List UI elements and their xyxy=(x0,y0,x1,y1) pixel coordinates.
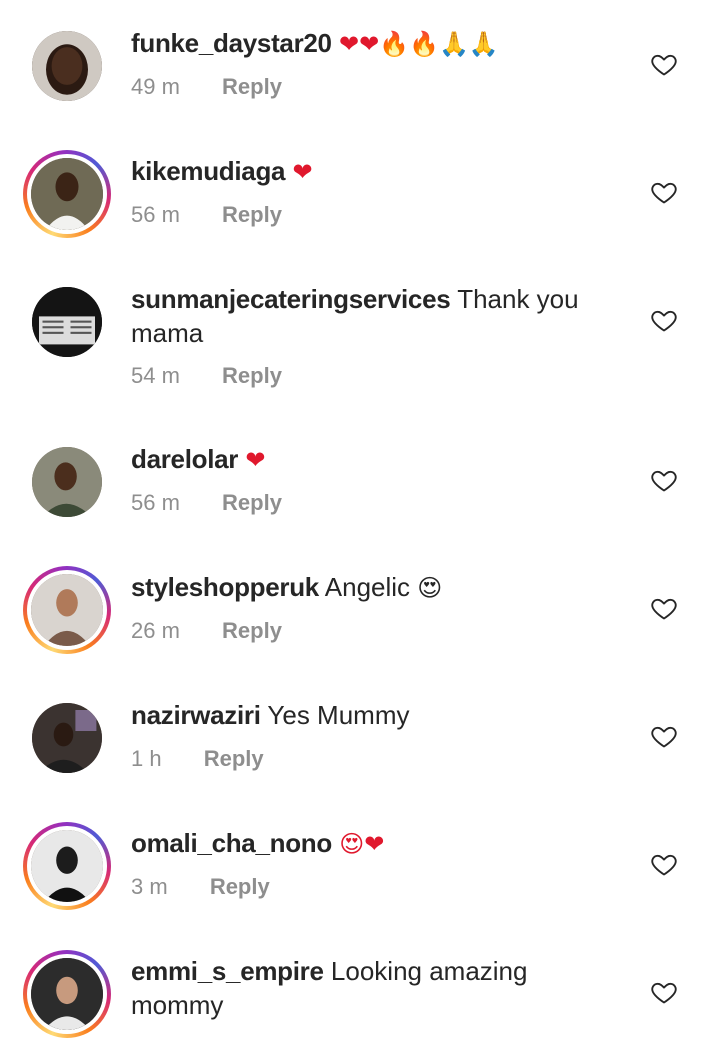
heart-icon[interactable] xyxy=(650,722,678,750)
comment-time: 26 m xyxy=(131,618,180,643)
reply-button[interactable]: Reply xyxy=(222,363,282,388)
reply-button[interactable]: Reply xyxy=(204,746,264,771)
heart-icon[interactable] xyxy=(650,50,678,78)
avatar-image xyxy=(31,958,103,1030)
heart-icon[interactable] xyxy=(650,978,678,1006)
comment-text: Yes Mummy xyxy=(267,700,410,730)
comment-username[interactable]: kikemudiaga xyxy=(131,156,286,186)
comment-username[interactable]: darelolar xyxy=(131,444,238,474)
avatar[interactable] xyxy=(23,566,111,654)
comment-emoji: 😍 xyxy=(417,574,443,602)
avatar[interactable] xyxy=(23,694,111,782)
heart-icon[interactable] xyxy=(650,850,678,878)
avatar-image xyxy=(32,447,102,517)
heart-icon[interactable] xyxy=(650,306,678,334)
comment-username[interactable]: funke_daystar20 xyxy=(131,28,332,58)
comment-emoji: ❤ xyxy=(245,446,266,474)
comment-time: 3 m xyxy=(131,874,168,899)
heart-icon[interactable] xyxy=(650,594,678,622)
reply-button[interactable]: Reply xyxy=(222,490,282,515)
heart-icon[interactable] xyxy=(650,466,678,494)
avatar[interactable] xyxy=(23,278,111,366)
avatar-image xyxy=(31,574,103,646)
comment-time: 56 m xyxy=(131,490,180,515)
reply-button[interactable]: Reply xyxy=(222,202,282,227)
avatar[interactable] xyxy=(23,822,111,910)
avatar-image xyxy=(31,158,103,230)
heart-icon[interactable] xyxy=(650,178,678,206)
avatar-image xyxy=(31,830,103,902)
avatar[interactable] xyxy=(23,950,111,1038)
avatar-image xyxy=(32,31,102,101)
comment-emoji: ❤❤🔥🔥🙏🙏 xyxy=(338,30,499,58)
reply-button[interactable]: Reply xyxy=(222,618,282,643)
comment-username[interactable]: omali_cha_nono xyxy=(131,828,332,858)
comment-username[interactable]: emmi_s_empire xyxy=(131,956,324,986)
comment-time: 49 m xyxy=(131,74,180,99)
comment-username[interactable]: styleshopperuk xyxy=(131,572,319,602)
comment-emoji: ❤ xyxy=(292,158,313,186)
reply-button[interactable]: Reply xyxy=(222,74,282,99)
avatar[interactable] xyxy=(23,22,111,110)
comment-emoji: 😍❤ xyxy=(339,830,385,858)
comment-username[interactable]: sunmanjecateringservices xyxy=(131,284,451,314)
reply-button[interactable]: Reply xyxy=(210,874,270,899)
avatar[interactable] xyxy=(23,150,111,238)
avatar-image xyxy=(32,287,102,357)
comment-time: 1 h xyxy=(131,746,162,771)
avatar-image xyxy=(32,703,102,773)
comment-text: Angelic xyxy=(324,572,411,602)
comment-username[interactable]: nazirwaziri xyxy=(131,700,261,730)
comment-time: 54 m xyxy=(131,363,180,388)
avatar[interactable] xyxy=(23,438,111,526)
comment-time: 56 m xyxy=(131,202,180,227)
